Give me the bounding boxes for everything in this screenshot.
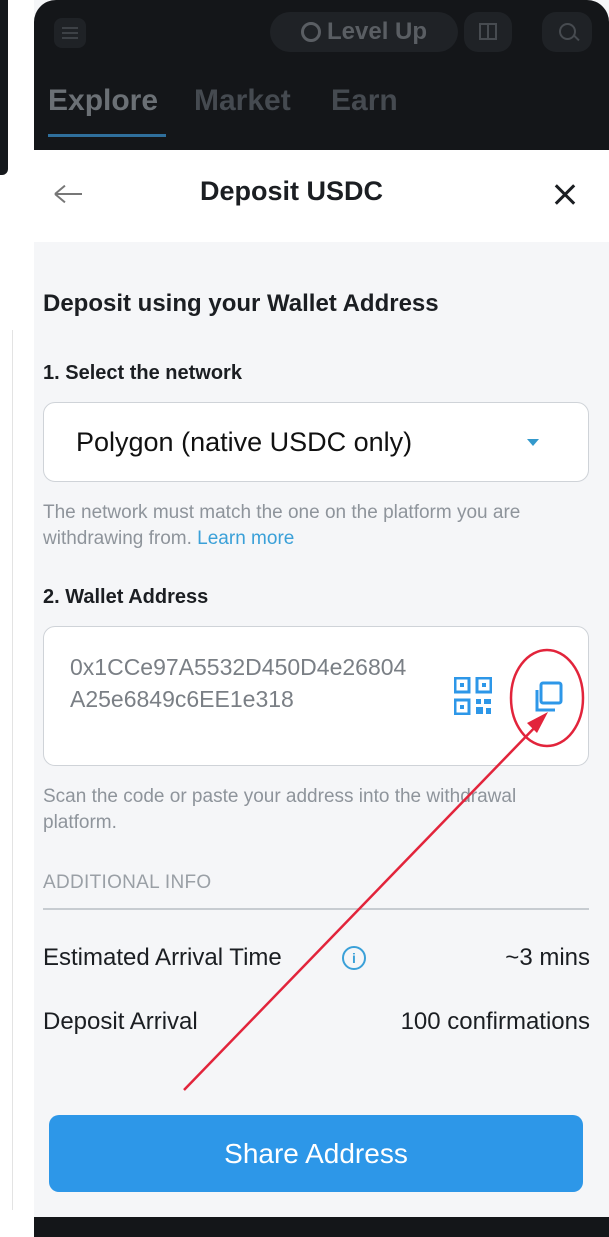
tab-explore[interactable]: Explore bbox=[48, 84, 158, 118]
network-hint: The network must match the one on the pl… bbox=[43, 500, 583, 552]
adjacent-divider bbox=[12, 330, 13, 1210]
info-icon[interactable]: i bbox=[342, 946, 366, 970]
close-icon[interactable] bbox=[549, 178, 583, 212]
arrival-time-value: ~3 mins bbox=[505, 944, 590, 971]
level-up-label: Level Up bbox=[326, 18, 428, 45]
copy-icon[interactable] bbox=[528, 677, 568, 717]
sheet-title: Deposit USDC bbox=[199, 176, 383, 206]
phone-screen: Level Up Explore Market Earn Deposit USD… bbox=[34, 0, 609, 1237]
adjacent-dark-bar bbox=[0, 0, 8, 175]
search-icon[interactable] bbox=[542, 12, 592, 52]
deposit-arrival-value: 100 confirmations bbox=[400, 1008, 590, 1035]
wallet-address-field: 0x1CCe97A5532D450D4e26804A25e6849c6EE1e3… bbox=[43, 626, 589, 766]
arrival-time-label: Estimated Arrival Time bbox=[43, 944, 282, 971]
sheet-header: Deposit USDC bbox=[34, 150, 609, 242]
network-select-value: Polygon (native USDC only) bbox=[76, 427, 413, 457]
bottom-bar bbox=[34, 1217, 609, 1237]
chevron-down-icon bbox=[527, 439, 539, 446]
active-tab-indicator bbox=[48, 134, 166, 137]
section-title: Deposit using your Wallet Address bbox=[43, 290, 439, 317]
share-address-button[interactable]: Share Address bbox=[49, 1115, 583, 1192]
gift-icon[interactable] bbox=[464, 12, 512, 52]
wallet-address-value: 0x1CCe97A5532D450D4e26804A25e6849c6EE1e3… bbox=[70, 654, 407, 712]
additional-info-divider bbox=[43, 908, 589, 910]
top-navigation: Level Up Explore Market Earn bbox=[34, 0, 609, 150]
tab-market[interactable]: Market bbox=[194, 84, 291, 118]
adjacent-screen-edge bbox=[0, 0, 30, 1237]
additional-info-heading: ADDITIONAL INFO bbox=[43, 872, 212, 893]
deposit-arrival-label: Deposit Arrival bbox=[43, 1008, 198, 1035]
wallet-step-label: 2. Wallet Address bbox=[43, 586, 209, 608]
deposit-sheet: Deposit USDC Deposit using your Wallet A… bbox=[34, 150, 609, 1237]
qr-code-icon[interactable] bbox=[454, 677, 492, 715]
level-up-button[interactable]: Level Up bbox=[270, 12, 458, 52]
level-up-icon bbox=[300, 22, 321, 42]
menu-icon[interactable] bbox=[54, 18, 86, 48]
network-select[interactable]: Polygon (native USDC only) bbox=[43, 402, 589, 482]
wallet-hint: Scan the code or paste your address into… bbox=[43, 786, 517, 833]
tab-earn[interactable]: Earn bbox=[331, 84, 398, 118]
network-step-label: 1. Select the network bbox=[43, 362, 242, 384]
learn-more-link[interactable]: Learn more bbox=[197, 528, 294, 549]
